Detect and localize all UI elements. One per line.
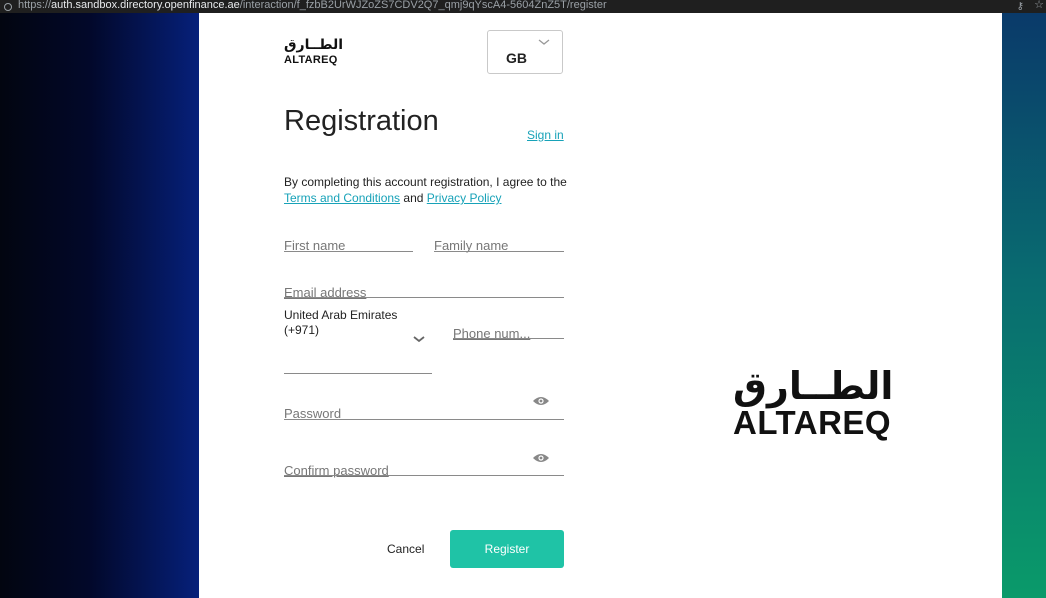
registration-panel	[199, 13, 1002, 598]
confirm-password-underline	[284, 475, 564, 476]
agreement-text: By completing this account registration,…	[284, 174, 569, 206]
terms-link[interactable]: Terms and Conditions	[284, 191, 400, 205]
language-value: GB	[506, 50, 527, 66]
url-prefix: https://	[18, 0, 52, 11]
left-background	[0, 13, 199, 598]
chevron-down-icon	[413, 336, 425, 343]
show-confirm-password-eye-icon[interactable]	[532, 452, 550, 464]
country-dial-code: (+971)	[284, 323, 320, 337]
star-icon[interactable]: ☆	[1034, 0, 1044, 12]
privacy-link[interactable]: Privacy Policy	[427, 191, 502, 205]
country-name: United Arab Emirates	[284, 308, 398, 322]
url-path: /interaction/f_fzbB2UrWJZoZS7CDV2Q7_qmj9…	[239, 0, 607, 11]
agreement-and: and	[403, 191, 424, 205]
brand-logo-small: الطــارق ALTAREQ	[284, 36, 350, 68]
key-icon[interactable]: ⚷	[1017, 0, 1024, 13]
country-underline	[284, 373, 432, 374]
url-text[interactable]: https://auth.sandbox.directory.openfinan…	[18, 0, 607, 12]
logo-latin-text: ALTAREQ	[284, 54, 338, 66]
language-select[interactable]: GB	[487, 30, 563, 74]
site-info-icon[interactable]	[3, 0, 13, 13]
sign-in-link[interactable]: Sign in	[527, 128, 564, 142]
address-bar[interactable]: https://auth.sandbox.directory.openfinan…	[0, 0, 1046, 13]
url-host: auth.sandbox.directory.openfinance.ae	[51, 0, 240, 11]
chevron-down-icon	[538, 39, 550, 45]
logo-arabic-text: الطــارق	[284, 36, 344, 52]
first-name-underline	[284, 251, 413, 252]
phone-underline	[453, 338, 564, 339]
cancel-button[interactable]: Cancel	[387, 542, 424, 556]
right-background	[1002, 13, 1046, 598]
agreement-label: By completing this account registration,…	[284, 175, 567, 189]
register-button[interactable]: Register	[450, 530, 564, 568]
logo-large-arabic-text: الطــارق	[733, 366, 894, 408]
page-title: Registration	[284, 105, 439, 137]
email-underline	[284, 297, 564, 298]
password-underline	[284, 419, 564, 420]
family-name-underline	[434, 251, 564, 252]
logo-large-latin: ALTAREQ	[733, 406, 891, 440]
country-code-select[interactable]: United Arab Emirates (+971)	[284, 308, 397, 338]
logo-large-latin-text: ALTAREQ	[733, 404, 892, 441]
show-password-eye-icon[interactable]	[532, 395, 550, 407]
